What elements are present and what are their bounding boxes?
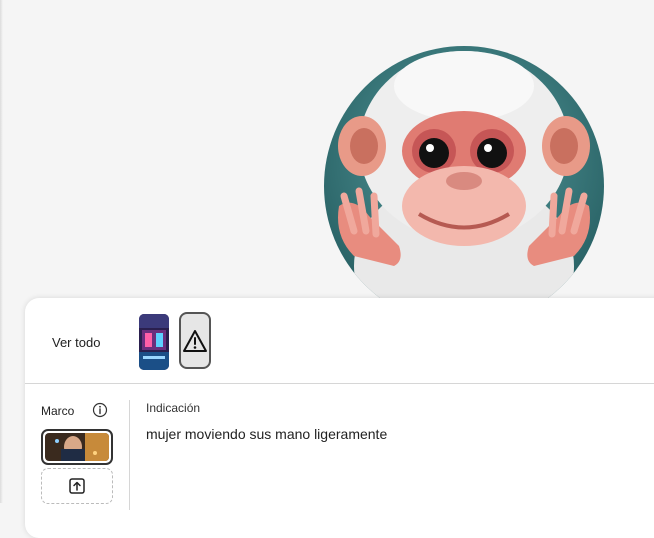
frame-thumbnail[interactable] <box>41 429 113 465</box>
upload-icon <box>69 478 85 494</box>
prompt-label: Indicación <box>146 401 201 415</box>
generation-panel: Ver todo Marco Indicación mujer moviendo… <box>25 298 654 538</box>
vertical-divider <box>129 400 130 510</box>
section-divider <box>25 383 654 384</box>
info-icon[interactable] <box>92 402 108 418</box>
left-edge-divider <box>0 0 3 503</box>
upload-frame-button[interactable] <box>41 468 113 504</box>
avatar-image <box>324 46 604 326</box>
warning-tile[interactable] <box>179 312 211 369</box>
view-all-button[interactable]: Ver todo <box>52 335 100 350</box>
warning-icon <box>183 329 207 352</box>
generated-thumbnail[interactable] <box>139 314 169 370</box>
prompt-input[interactable]: mujer moviendo sus mano ligeramente <box>146 426 387 442</box>
frame-label: Marco <box>41 404 75 418</box>
